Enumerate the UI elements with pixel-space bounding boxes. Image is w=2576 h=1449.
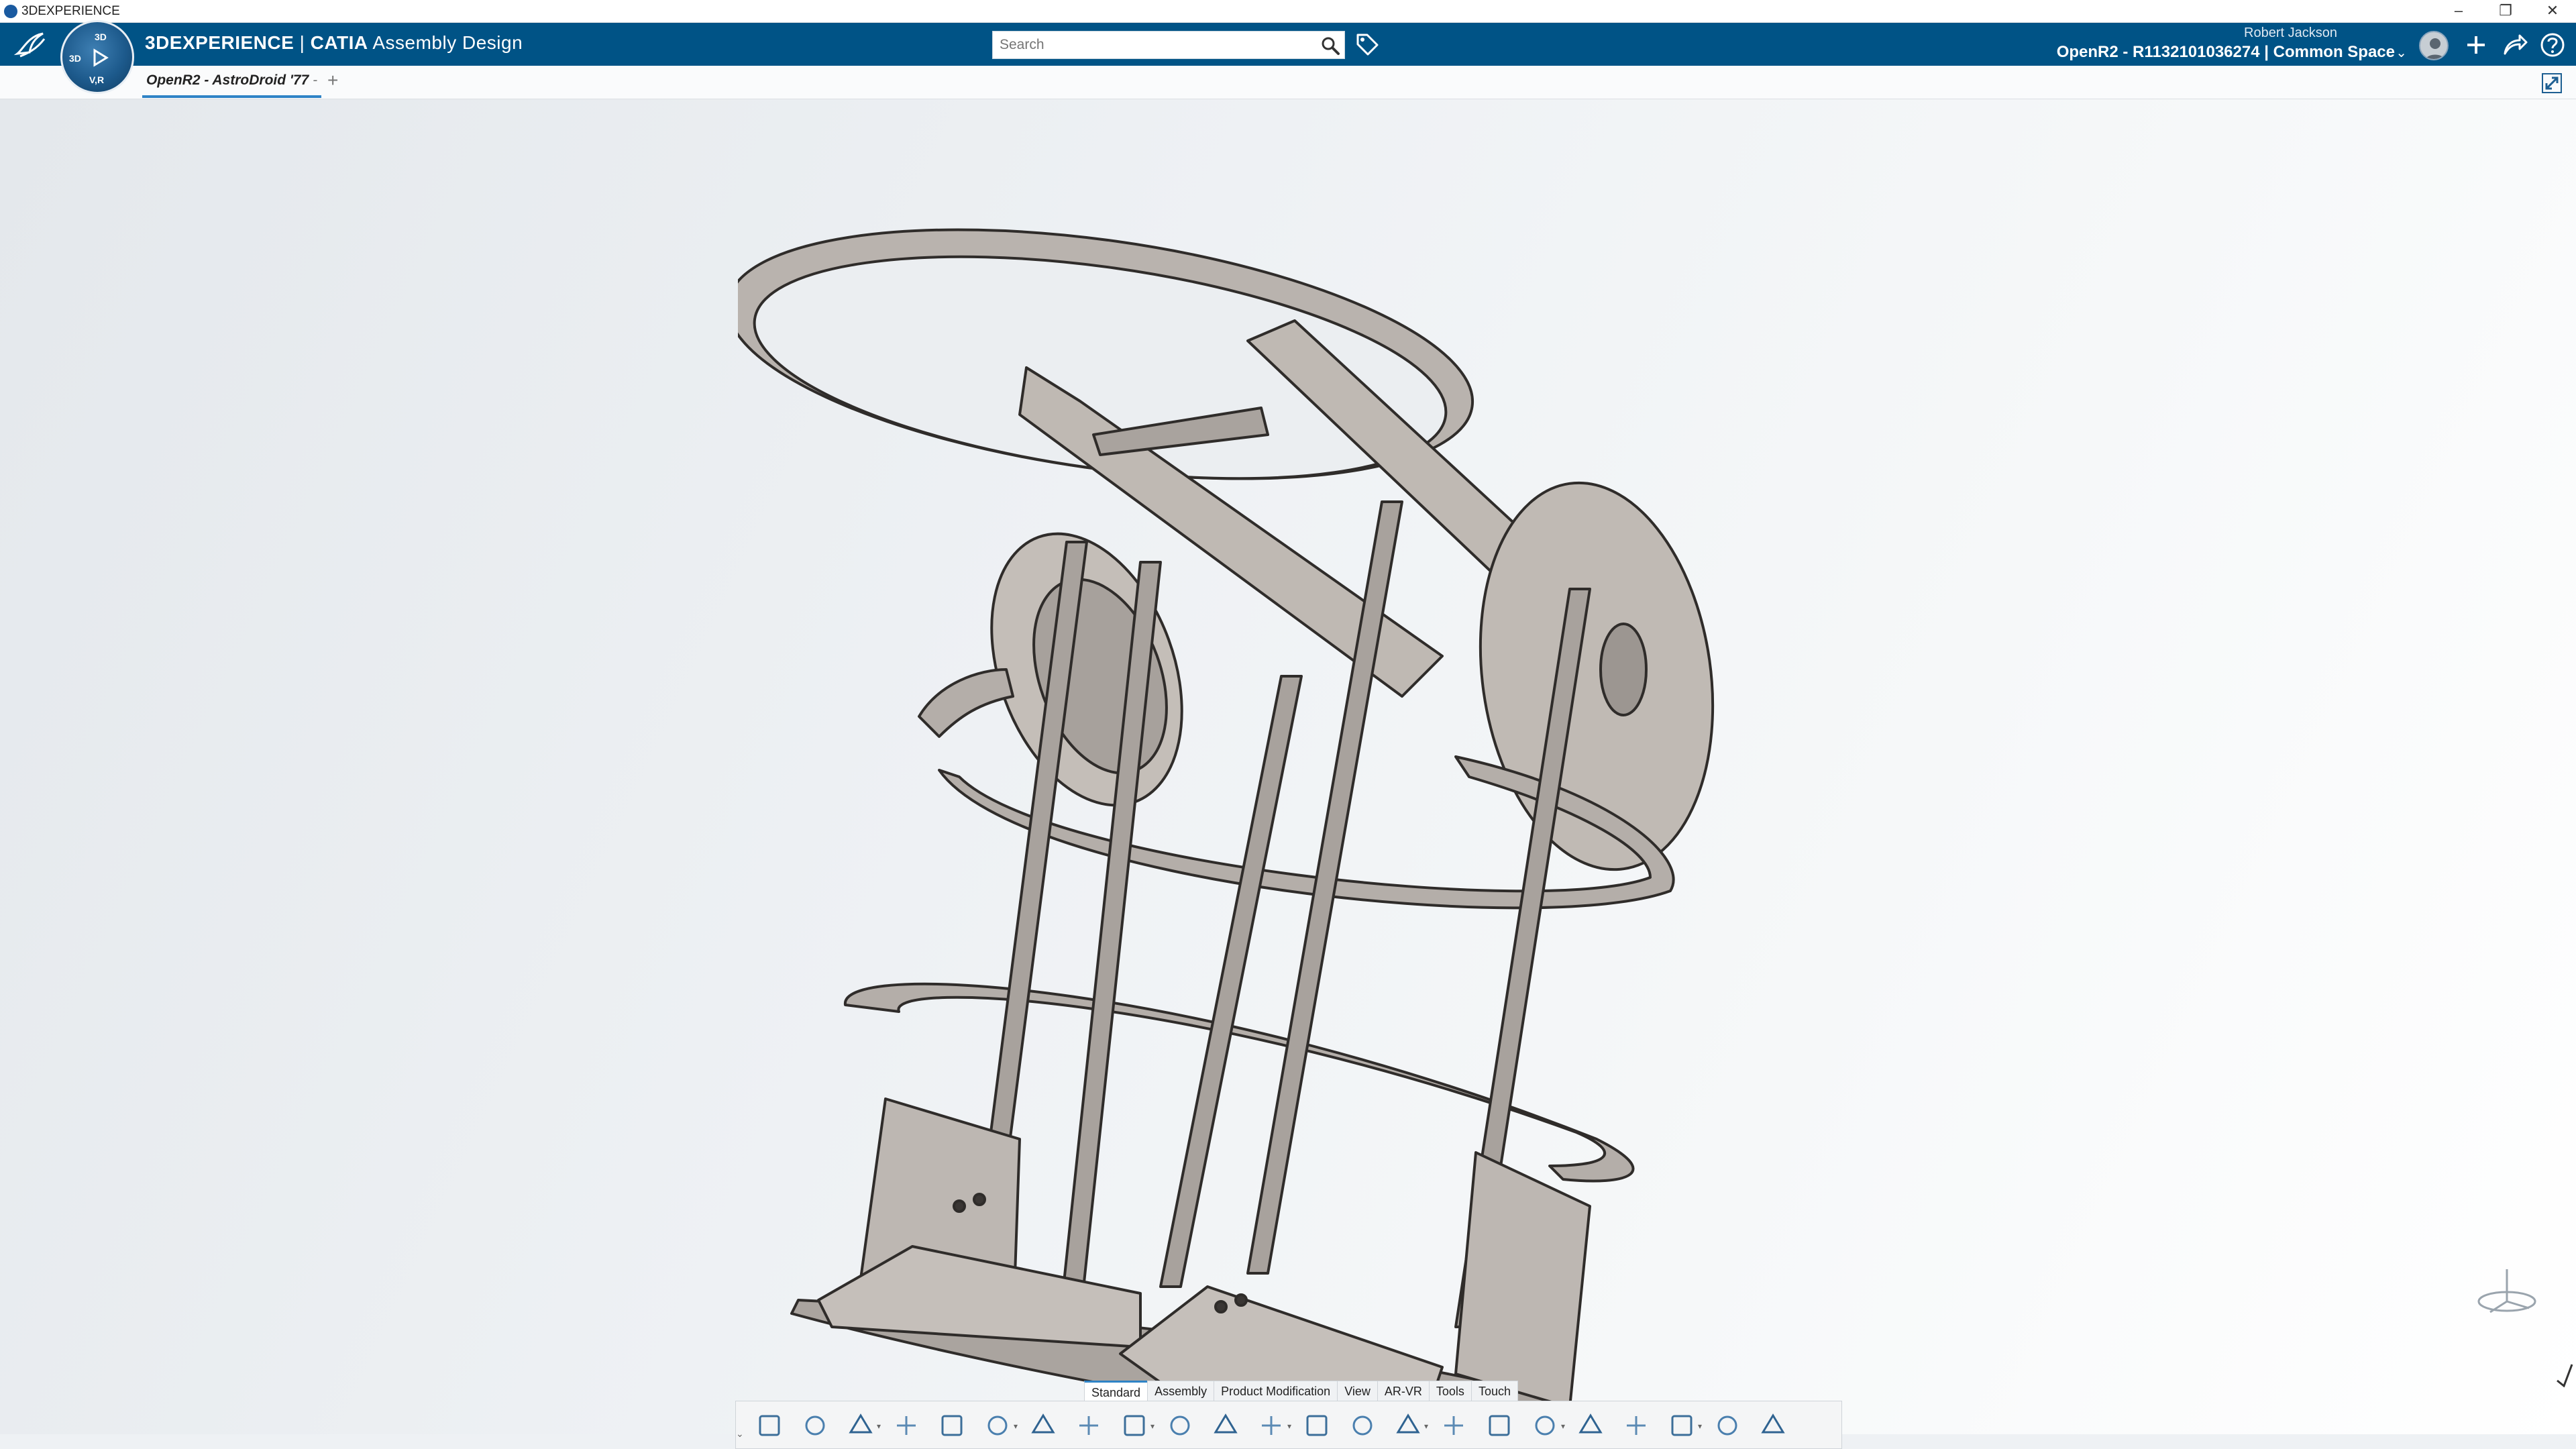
user-silhouette-icon	[2425, 38, 2445, 59]
tab-tools[interactable]: Tools	[1428, 1381, 1472, 1401]
chevron-down-icon[interactable]: ▾	[1698, 1421, 1702, 1431]
tab-document-label: OpenR2 - AstroDroid '77	[146, 72, 309, 88]
3d-viewport[interactable]	[0, 99, 2576, 1434]
base-bracket-right[interactable]	[1454, 1151, 1591, 1409]
tree-icon[interactable]	[1714, 1412, 1741, 1439]
fly-icon[interactable]	[1258, 1412, 1285, 1439]
play-icon[interactable]	[89, 48, 109, 68]
view-cube-icon[interactable]	[1030, 1412, 1057, 1439]
close-icon[interactable]: ✕	[2529, 0, 2576, 23]
app-role: Assembly Design	[372, 32, 523, 53]
action-bar: Standard Assembly Product Modification V…	[735, 1381, 1842, 1449]
search-input[interactable]	[1000, 36, 1308, 54]
fullscreen-icon[interactable]	[2540, 71, 2564, 95]
droid-frame-model[interactable]	[738, 186, 1825, 1428]
minimize-icon[interactable]: –	[2435, 0, 2482, 23]
update-icon[interactable]	[938, 1412, 965, 1439]
chevron-down-icon[interactable]: ▾	[1424, 1421, 1428, 1431]
hide-show-icon[interactable]	[1349, 1412, 1376, 1439]
sync-icon[interactable]	[1623, 1412, 1650, 1439]
app-product: CATIA	[310, 32, 368, 53]
app-separator: |	[294, 32, 311, 53]
compass-widget[interactable]: 3D 3D V,R	[60, 20, 134, 94]
fit-all-icon[interactable]	[1075, 1412, 1102, 1439]
chevron-down-icon[interactable]: ⌄	[2396, 44, 2407, 61]
layout-icon[interactable]	[1668, 1412, 1695, 1439]
lighting-icon[interactable]	[1532, 1412, 1558, 1439]
tab-dirty-marker: -	[313, 72, 318, 88]
chevron-down-icon[interactable]: ▾	[1150, 1421, 1155, 1431]
copy-icon[interactable]	[802, 1412, 828, 1439]
material-icon[interactable]	[1395, 1412, 1421, 1439]
chevron-down-icon[interactable]: ▾	[1287, 1421, 1291, 1431]
tab-ar-vr[interactable]: AR-VR	[1377, 1381, 1430, 1401]
robot-indicator-icon	[2557, 1364, 2573, 1387]
compass-left-label: 3D	[69, 53, 81, 64]
add-icon[interactable]	[2462, 31, 2490, 59]
search-icon[interactable]	[1320, 36, 1340, 56]
tab-bar: OpenR2 - AstroDroid '77 - +	[0, 66, 2576, 99]
structure-icon[interactable]	[1760, 1412, 1786, 1439]
action-bar-tools: ⌄ ▾ ▾ ▾ ▾ ▾ ▾ ▾	[735, 1401, 1842, 1449]
app-header: 3DEXPERIENCE | CATIA Assembly Design Rob…	[0, 23, 2576, 66]
tab-document[interactable]: OpenR2 - AstroDroid '77 -	[142, 71, 322, 98]
orientation-triad-icon[interactable]	[2470, 1260, 2544, 1320]
dassault-logo-icon[interactable]	[13, 30, 48, 59]
tab-standard[interactable]: Standard	[1084, 1381, 1148, 1401]
search-box[interactable]	[992, 31, 1345, 59]
restore-icon[interactable]: ❐	[2482, 0, 2529, 23]
bolt-hole	[953, 1199, 966, 1213]
avatar[interactable]	[2419, 31, 2449, 60]
app-title: 3DEXPERIENCE | CATIA Assembly Design	[145, 32, 523, 54]
app-logo-icon	[4, 5, 17, 18]
tab-view[interactable]: View	[1337, 1381, 1378, 1401]
tab-assembly[interactable]: Assembly	[1147, 1381, 1215, 1401]
tab-touch[interactable]: Touch	[1470, 1381, 1518, 1401]
tenant-selector[interactable]: OpenR2 - R1132101036274 | Common Space	[2057, 43, 2395, 62]
chevron-down-icon[interactable]: ▾	[1561, 1421, 1565, 1431]
zoom-area-icon[interactable]	[1212, 1412, 1239, 1439]
help-icon[interactable]	[2538, 31, 2567, 59]
window-title: 3DEXPERIENCE	[21, 4, 120, 18]
rotate-icon[interactable]	[1167, 1412, 1193, 1439]
zoom-icon[interactable]	[984, 1412, 1011, 1439]
app-brand: 3DEXPERIENCE	[145, 32, 294, 53]
action-bar-tabs: Standard Assembly Product Modification V…	[1084, 1381, 1518, 1401]
undo-icon[interactable]	[893, 1412, 920, 1439]
chevron-down-icon[interactable]: ⌄	[736, 1428, 752, 1449]
compass-top-label: 3D	[95, 32, 107, 42]
render-style-icon[interactable]	[1303, 1412, 1330, 1439]
compass-bottom-label: V,R	[89, 74, 105, 85]
tab-product-modification[interactable]: Product Modification	[1214, 1381, 1338, 1401]
chevron-down-icon[interactable]: ▾	[1014, 1421, 1018, 1431]
share-icon[interactable]	[2501, 31, 2529, 59]
right-disc-hub	[1599, 623, 1648, 716]
tag-icon[interactable]	[1355, 32, 1379, 56]
bolt-hole	[1234, 1293, 1248, 1307]
section-icon[interactable]	[1577, 1412, 1604, 1439]
pan-icon[interactable]	[1121, 1412, 1148, 1439]
capture-icon[interactable]	[1440, 1412, 1467, 1439]
bolt-hole	[973, 1193, 986, 1206]
user-name[interactable]: Robert Jackson	[2244, 25, 2337, 41]
bolt-hole	[1214, 1300, 1228, 1313]
os-titlebar: 3DEXPERIENCE – ❐ ✕	[0, 0, 2576, 23]
add-tab-icon[interactable]: +	[327, 70, 338, 91]
visibility-icon[interactable]	[1486, 1412, 1513, 1439]
paste-icon[interactable]	[847, 1412, 874, 1439]
chevron-down-icon[interactable]: ▾	[877, 1421, 881, 1431]
cut-icon[interactable]	[756, 1412, 783, 1439]
middle-ring-tab-left[interactable]	[918, 668, 1014, 738]
